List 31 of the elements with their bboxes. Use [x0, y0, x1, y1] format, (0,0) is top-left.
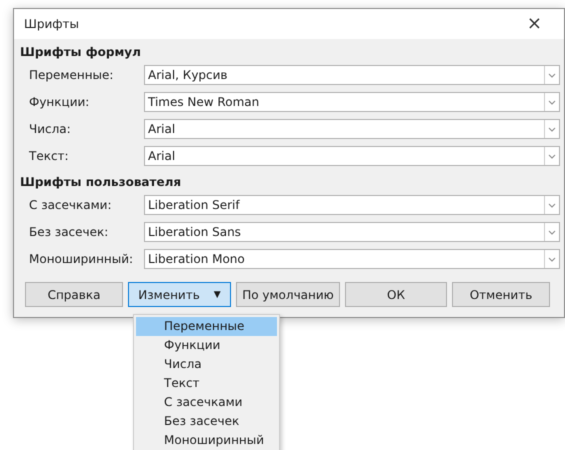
font-dropdown[interactable]: Liberation Sans — [144, 222, 560, 242]
dialog-button[interactable]: Отменить — [452, 282, 550, 307]
menu-item[interactable]: Функции — [136, 336, 277, 355]
menu-item[interactable]: Переменные — [136, 317, 277, 336]
close-button[interactable]: × — [526, 15, 542, 33]
modify-menu-button[interactable]: Изменить ▼ — [128, 282, 231, 307]
menu-item[interactable]: Без засечек — [136, 412, 277, 431]
font-dropdown[interactable]: Liberation Mono — [144, 248, 560, 268]
field-label: Переменные: — [29, 68, 114, 82]
font-dropdown[interactable]: Arial, Курсив — [144, 64, 560, 84]
field-label: Без засечек: — [29, 224, 110, 238]
window-title: Шрифты — [24, 17, 79, 31]
section-title: Шрифты формул — [20, 45, 142, 59]
font-dropdown[interactable]: Arial — [144, 118, 560, 138]
caret-icon: ▼ — [214, 290, 221, 300]
menu-item[interactable]: Числа — [136, 355, 277, 374]
font-dropdown[interactable]: Liberation Serif — [144, 194, 560, 214]
field-label: Функции: — [29, 94, 90, 108]
field-label: Числа: — [29, 122, 72, 136]
font-dropdown[interactable]: Arial — [144, 146, 560, 166]
font-dropdown[interactable]: Times New Roman — [144, 92, 560, 112]
section-title: Шрифты пользователя — [20, 175, 182, 189]
menu-item[interactable]: Моноширинный — [136, 431, 277, 450]
menu-item[interactable]: Текст — [136, 374, 277, 393]
dialog-button[interactable]: ОК — [345, 282, 447, 307]
menu-item[interactable]: С засечками — [136, 393, 277, 412]
dialog-button[interactable]: По умолчанию — [236, 282, 340, 307]
field-label: С засечками: — [29, 198, 112, 212]
field-label: Текст: — [29, 148, 70, 162]
dialog-button[interactable]: Справка — [25, 282, 123, 307]
field-label: Моноширинный: — [29, 252, 134, 266]
